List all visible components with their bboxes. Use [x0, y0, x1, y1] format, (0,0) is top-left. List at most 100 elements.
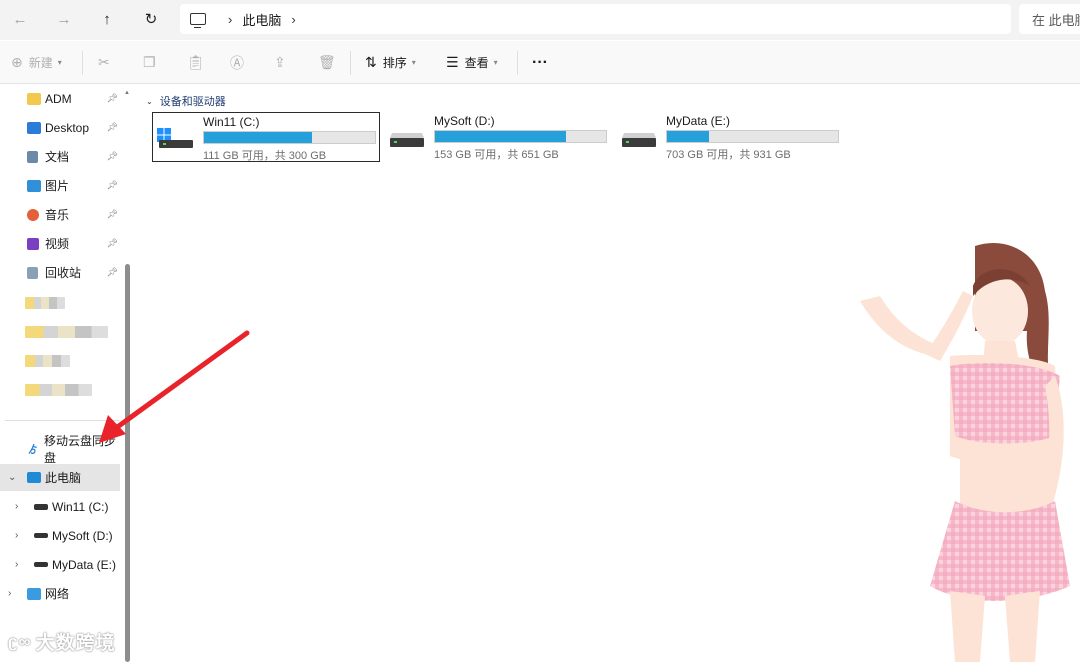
chevron-down-icon: ▾ — [493, 58, 498, 67]
forward-button[interactable]: → — [50, 6, 78, 32]
new-button[interactable]: ⊕ 新建 ▾ — [11, 41, 62, 84]
sidebar-item-drive-e[interactable]: › MyData (E:) — [0, 551, 122, 578]
pin-icon: 📌︎ — [106, 93, 118, 103]
drive-icon — [34, 503, 48, 510]
breadcrumb-this-pc[interactable]: 此电脑 — [242, 10, 281, 29]
sidebar-item-label: 网络 — [45, 587, 70, 601]
drive-icon — [622, 133, 656, 147]
sidebar-item-recycle-bin[interactable]: 回收站 📌︎ — [0, 259, 122, 286]
pin-icon: 📌︎ — [106, 151, 118, 161]
sidebar-item-label: Desktop — [45, 120, 90, 135]
sidebar-item-label: ADM — [45, 91, 72, 106]
drive-usage-bar — [666, 130, 839, 143]
watermark: ʗ∞ 大数跨境 — [8, 628, 116, 655]
sort-button[interactable]: ⇅ 排序 ▾ — [365, 41, 416, 84]
share-button[interactable]: ⇪ — [274, 41, 292, 84]
sidebar-item-network[interactable]: › 网络 — [0, 580, 122, 607]
chevron-right-icon[interactable]: › — [15, 501, 18, 512]
sidebar-item-cloud-drive[interactable]: ゟ 移动云盘同步盘 — [0, 434, 122, 465]
sidebar-item-label: 视频 — [45, 237, 70, 251]
drive-usage-fill — [435, 131, 566, 142]
pin-icon: 📌︎ — [106, 180, 118, 190]
scroll-up-icon[interactable]: ▲ — [124, 90, 130, 96]
drive-tile-d[interactable]: MySoft (D:) 153 GB 可用，共 651 GB — [384, 112, 612, 162]
chevron-down-icon: ▾ — [411, 58, 416, 67]
sidebar-item-this-pc[interactable]: ⌄ 此电脑 — [0, 464, 120, 491]
more-options-button[interactable]: ··· — [532, 41, 548, 84]
sidebar-item-documents[interactable]: 文档 📌︎ — [0, 143, 122, 170]
sidebar-item-label: 移动云盘同步盘 — [44, 433, 117, 465]
scissors-icon: ✂ — [98, 54, 110, 70]
computer-icon — [190, 13, 206, 28]
sort-label: 排序 — [382, 56, 407, 70]
plus-circle-icon: ⊕ — [11, 54, 23, 70]
chevron-right-icon[interactable]: › — [15, 530, 18, 541]
network-icon — [27, 587, 41, 600]
redacted-folder[interactable] — [25, 326, 108, 338]
sidebar-item-drive-d[interactable]: › MySoft (D:) — [0, 522, 122, 549]
rename-icon: Ⓐ — [230, 54, 244, 71]
drive-capacity: 153 GB 可用，共 651 GB — [434, 149, 559, 161]
drive-usage-bar — [203, 131, 376, 144]
drive-usage-fill — [667, 131, 709, 142]
copy-button[interactable]: ❐ — [143, 41, 162, 84]
up-button[interactable]: ↑ — [93, 6, 121, 32]
pin-icon: 📌︎ — [106, 209, 118, 219]
sidebar-item-label: 图片 — [45, 179, 70, 193]
sidebar-scrollbar-thumb[interactable] — [125, 264, 130, 662]
address-box[interactable]: › 此电脑 › — [180, 4, 1011, 34]
chevron-down-icon[interactable]: ⌄ — [8, 472, 16, 483]
sidebar-item-desktop[interactable]: Desktop 📌︎ — [0, 114, 122, 141]
sidebar-divider — [5, 420, 120, 421]
background-illustration — [860, 243, 1070, 662]
sidebar-item-label: MySoft (D:) — [52, 528, 113, 543]
sidebar-item-label: 音乐 — [45, 208, 70, 222]
sidebar-item-adm[interactable]: ADM 📌︎ — [0, 85, 122, 112]
chevron-right-icon[interactable]: › — [8, 588, 11, 599]
monitor-icon — [27, 472, 41, 483]
chevron-right-icon[interactable]: › — [291, 12, 295, 27]
sidebar-item-pictures[interactable]: 图片 📌︎ — [0, 172, 122, 199]
redacted-folder[interactable] — [25, 297, 65, 309]
navigation-pane: ADM 📌︎ Desktop 📌︎ 文档 📌︎ 图片 📌︎ 音乐 📌︎ 视频 📌… — [0, 84, 135, 662]
drive-name: Win11 (C:) — [203, 115, 260, 129]
pin-icon: 📌︎ — [106, 238, 118, 248]
cloud-icon: ゟ — [28, 445, 38, 456]
sidebar-item-label: MyData (E:) — [52, 557, 117, 572]
sidebar-item-label: Win11 (C:) — [52, 499, 109, 514]
paste-button[interactable]: 📋︎ — [187, 41, 211, 84]
drive-name: MySoft (D:) — [434, 114, 495, 128]
refresh-icon: ↻ — [144, 11, 158, 28]
folder-icon — [27, 92, 41, 105]
rename-button[interactable]: Ⓐ — [230, 41, 250, 84]
clipboard-icon: 📋︎ — [187, 54, 205, 70]
sidebar-item-videos[interactable]: 视频 📌︎ — [0, 230, 122, 257]
drive-usage-bar — [434, 130, 607, 143]
watermark-text: 大数跨境 — [35, 633, 116, 654]
delete-button[interactable]: 🗑︎ — [318, 41, 342, 84]
search-input[interactable]: 在 此电脑 — [1019, 4, 1080, 34]
view-list-icon: ☰ — [446, 54, 459, 70]
drive-icon — [390, 133, 424, 147]
sidebar-item-label: 回收站 — [45, 266, 82, 280]
back-button[interactable]: ← — [6, 6, 34, 32]
drive-tile-e[interactable]: MyData (E:) 703 GB 可用，共 931 GB — [616, 112, 844, 162]
toolbar-divider — [517, 51, 518, 75]
sidebar-item-label: 此电脑 — [45, 471, 82, 485]
arrow-up-icon: ↑ — [103, 10, 111, 28]
drive-tile-c[interactable]: Win11 (C:) 111 GB 可用，共 300 GB — [152, 112, 380, 162]
group-header-devices[interactable]: ⌄ 设备和驱动器 — [146, 93, 226, 109]
cut-button[interactable]: ✂ — [98, 41, 116, 84]
group-title: 设备和驱动器 — [159, 96, 226, 108]
address-bar-row: ← → ↑ ↻ › 此电脑 › 在 此电脑 — [0, 0, 1080, 40]
refresh-button[interactable]: ↻ — [137, 6, 165, 32]
chevron-right-icon[interactable]: › — [15, 559, 18, 570]
sidebar-item-drive-c[interactable]: › Win11 (C:) — [0, 493, 122, 520]
share-icon: ⇪ — [274, 54, 286, 70]
sidebar-item-music[interactable]: 音乐 📌︎ — [0, 201, 122, 228]
view-button[interactable]: ☰ 查看 ▾ — [446, 41, 498, 84]
redacted-folder[interactable] — [25, 384, 92, 396]
redacted-folder[interactable] — [25, 355, 70, 367]
command-bar: ⊕ 新建 ▾ ✂ ❐ 📋︎ Ⓐ ⇪ 🗑︎ ⇅ 排序 ▾ ☰ 查看 ▾ ··· — [0, 41, 1080, 84]
desktop-icon — [27, 121, 41, 134]
